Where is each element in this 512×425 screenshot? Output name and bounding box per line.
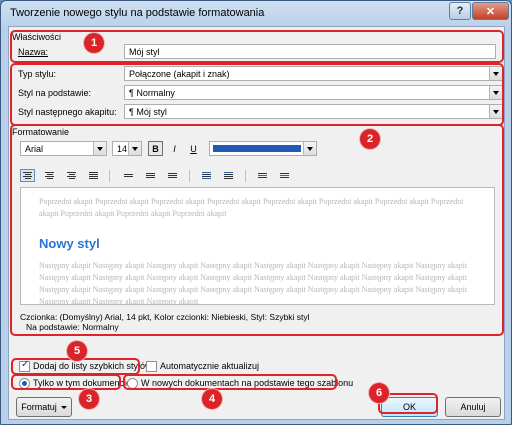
preview-sample-text: Nowy styl	[39, 236, 100, 251]
window-title: Tworzenie nowego stylu na podstawie form…	[10, 7, 265, 19]
only-this-document-label: Tylko w tym dokumencie	[33, 378, 132, 388]
italic-button[interactable]: I	[167, 141, 182, 156]
next-style-value: ¶ Mój styl	[129, 107, 167, 117]
callout-6: 6	[369, 383, 389, 403]
line-spacing-decrease-icon[interactable]	[221, 169, 236, 182]
style-description: Czcionka: (Domyślny) Arial, 14 pkt, Kolo…	[20, 312, 495, 332]
style-description-line2: Na podstawie: Normalny	[26, 322, 119, 332]
line-spacing-increase-icon[interactable]	[199, 169, 214, 182]
format-button-label: Formatuj	[21, 402, 57, 412]
style-name-input[interactable]: Mój styl	[124, 44, 496, 59]
one-half-spacing-icon[interactable]	[143, 169, 158, 182]
preview-previous-paragraph: Poprzedni akapit Poprzedni akapit Poprze…	[39, 197, 464, 218]
style-description-line1: Czcionka: (Domyślny) Arial, 14 pkt, Kolo…	[20, 312, 310, 322]
bold-button[interactable]: B	[148, 141, 163, 156]
based-on-label: Styl na podstawie:	[18, 88, 92, 98]
help-button[interactable]: ?	[449, 2, 471, 20]
font-select[interactable]: Arial	[20, 141, 107, 156]
auto-update-label: Automatycznie aktualizuj	[160, 361, 260, 371]
align-right-icon[interactable]	[64, 169, 79, 182]
style-type-value: Połączone (akapit i znak)	[129, 69, 230, 79]
font-color-swatch	[213, 145, 301, 152]
new-documents-radio[interactable]	[127, 378, 138, 389]
dialog-body: Właściwości Nazwa: Mój styl Typ stylu: P…	[8, 26, 505, 420]
font-color-select[interactable]	[209, 141, 317, 156]
callout-1: 1	[84, 33, 104, 53]
underline-button[interactable]: U	[186, 141, 201, 156]
next-style-label: Styl następnego akapitu:	[18, 107, 117, 117]
increase-indent-icon[interactable]	[277, 169, 292, 182]
callout-2: 2	[360, 129, 380, 149]
double-spacing-icon[interactable]	[165, 169, 180, 182]
format-button[interactable]: Formatuj	[16, 397, 72, 417]
add-quick-styles-checkbox[interactable]	[19, 359, 30, 372]
font-size-select[interactable]: 14	[112, 141, 142, 156]
properties-group-label: Właściwości	[12, 32, 62, 42]
close-button[interactable]: ✕	[472, 2, 509, 20]
based-on-select[interactable]: ¶ Normalny	[124, 85, 503, 100]
align-justify-icon[interactable]	[86, 169, 101, 182]
chevron-down-icon	[489, 67, 502, 80]
only-this-document-radio[interactable]	[19, 378, 30, 389]
chevron-down-icon	[128, 142, 141, 155]
toolbar-separator	[245, 170, 246, 182]
cancel-button[interactable]: Anuluj	[445, 397, 501, 417]
chevron-down-icon	[303, 142, 316, 155]
based-on-value: ¶ Normalny	[129, 88, 175, 98]
toolbar-separator	[109, 170, 110, 182]
chevron-down-icon	[489, 105, 502, 118]
callout-5: 5	[67, 341, 87, 361]
decrease-indent-icon[interactable]	[255, 169, 270, 182]
name-label: Nazwa:	[18, 47, 49, 57]
ok-button[interactable]: OK	[381, 397, 438, 417]
style-type-select[interactable]: Połączone (akapit i znak)	[124, 66, 503, 81]
add-quick-styles-label: Dodaj do listy szybkich stylów	[33, 361, 152, 371]
auto-update-checkbox[interactable]	[146, 361, 157, 372]
next-style-select[interactable]: ¶ Mój styl	[124, 104, 503, 119]
new-documents-label: W nowych dokumentach na podstawie tego s…	[141, 378, 354, 388]
preview-next-paragraph: Następny akapit Następny akapit Następny…	[39, 261, 468, 305]
style-type-label: Typ stylu:	[18, 69, 57, 79]
callout-3: 3	[79, 389, 99, 409]
dialog-window: Tworzenie nowego stylu na podstawie form…	[0, 0, 512, 425]
font-size-value: 14	[117, 144, 128, 154]
style-preview: Poprzedni akapit Poprzedni akapit Poprze…	[20, 187, 495, 305]
chevron-down-icon	[60, 405, 67, 409]
toolbar-separator	[189, 170, 190, 182]
chevron-down-icon	[93, 142, 106, 155]
font-value: Arial	[25, 144, 44, 154]
formatting-group-label: Formatowanie	[12, 127, 70, 137]
align-left-icon[interactable]	[20, 169, 35, 182]
single-spacing-icon[interactable]	[121, 169, 136, 182]
callout-4: 4	[202, 389, 222, 409]
title-bar: Tworzenie nowego stylu na podstawie form…	[1, 1, 511, 25]
align-center-icon[interactable]	[42, 169, 57, 182]
chevron-down-icon	[489, 86, 502, 99]
